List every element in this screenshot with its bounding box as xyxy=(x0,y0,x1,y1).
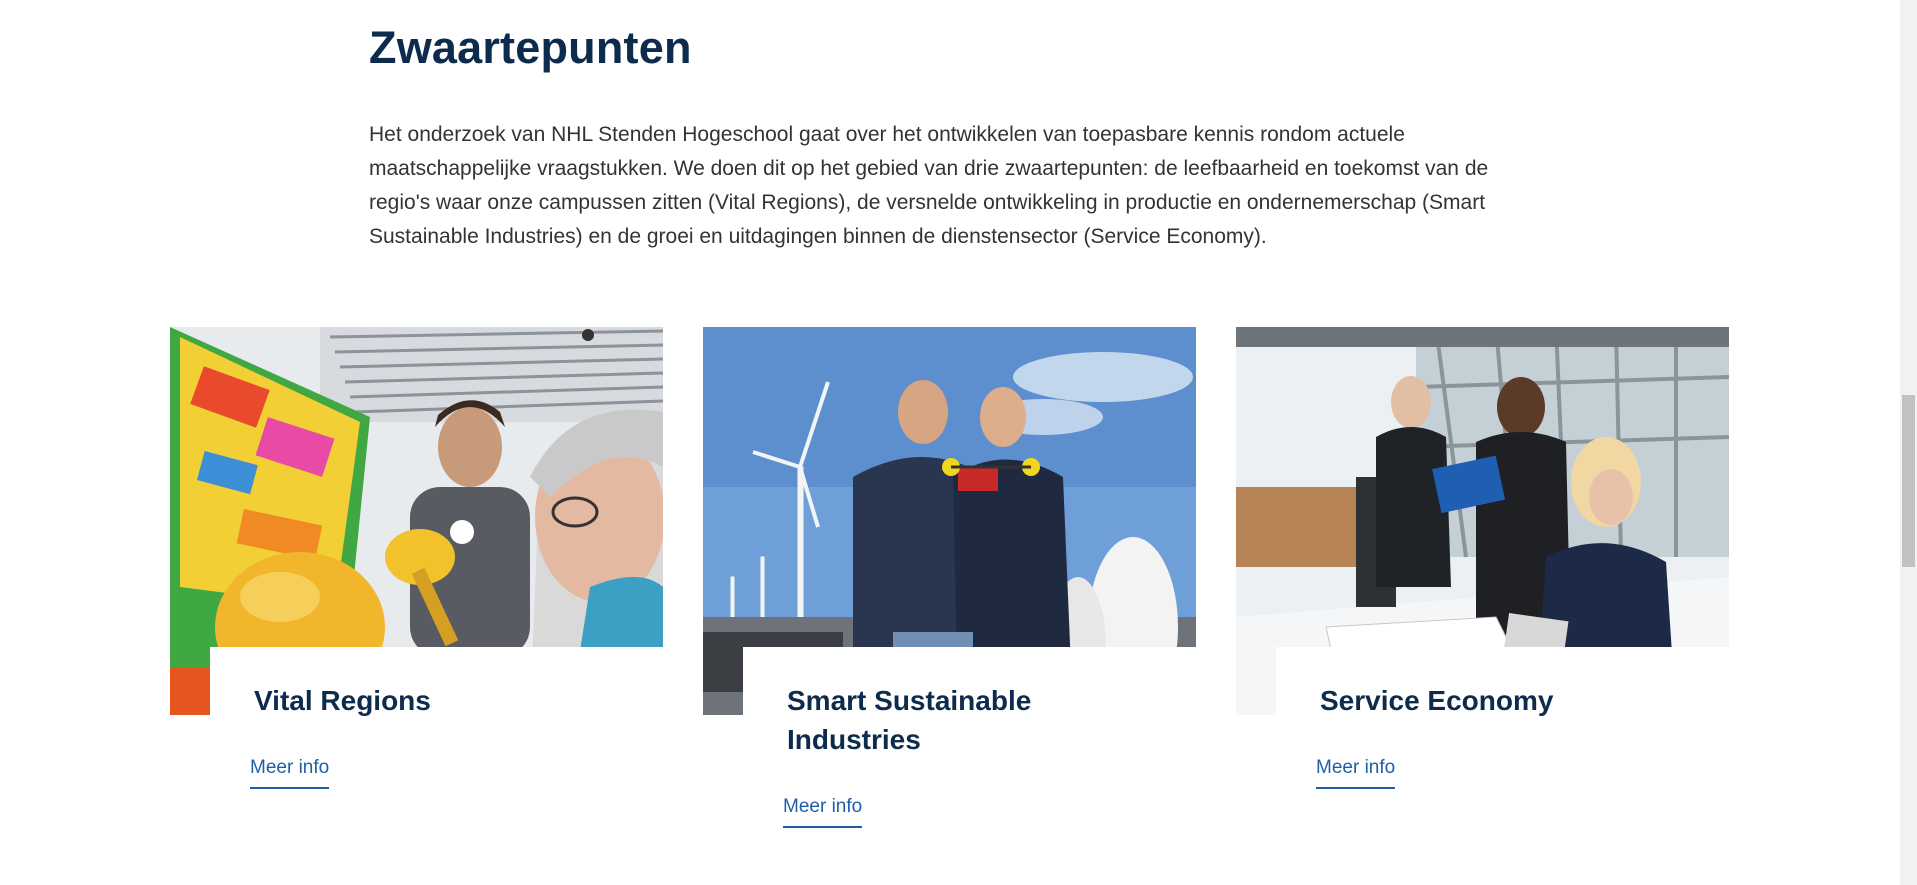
card-body: Smart Sustainable Industries Meer info xyxy=(743,647,1196,828)
intro-paragraph: Het onderzoek van NHL Stenden Hogeschool… xyxy=(369,123,1489,248)
card-smart-sustainable-industries[interactable]: Smart Sustainable Industries Meer info xyxy=(703,327,1196,828)
card-title: Service Economy xyxy=(1320,685,1554,716)
card-title: Smart Sustainable Industries xyxy=(787,685,1032,755)
card-body: Vital Regions Meer info xyxy=(210,647,663,827)
meer-info-link[interactable]: Meer info xyxy=(250,757,330,789)
card-title: Vital Regions xyxy=(254,685,431,716)
page-scrollbar[interactable] xyxy=(1900,0,1917,885)
meer-info-link[interactable]: Meer info xyxy=(783,796,863,828)
scrollbar-thumb[interactable] xyxy=(1902,395,1915,567)
card-vital-regions[interactable]: Vital Regions Meer info xyxy=(170,327,663,827)
card-service-economy[interactable]: Service Economy Meer info xyxy=(1236,327,1729,827)
section-title: Zwaartepunten xyxy=(369,22,692,73)
meer-info-link[interactable]: Meer info xyxy=(1316,757,1396,789)
card-body: Service Economy Meer info xyxy=(1276,647,1729,827)
